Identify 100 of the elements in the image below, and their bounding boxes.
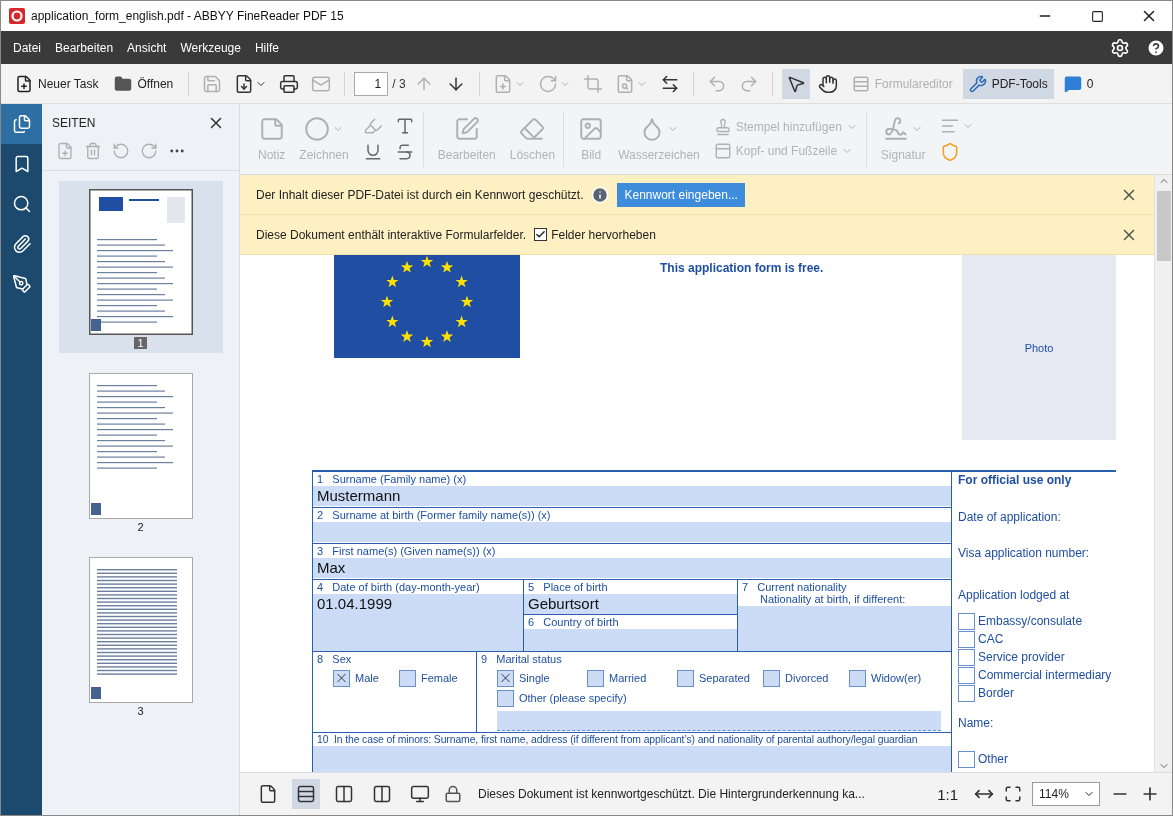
field-label: 10 In the case of minors: Surname, first name, address (if different from applicant’s) and nationality of parental authory/legal guardian — [316, 733, 919, 745]
page-number: 3 — [136, 705, 145, 717]
monitor-icon — [410, 784, 430, 804]
form-subtitle: This application form is free. — [660, 261, 824, 275]
lock-icon — [444, 785, 462, 803]
printer-icon[interactable] — [279, 73, 300, 94]
maximize-icon[interactable] — [1090, 9, 1104, 23]
input-field[interactable] — [497, 711, 941, 731]
page-number-field[interactable]: 1 — [354, 71, 389, 96]
option-label: Service provider — [978, 650, 1065, 664]
official-label: Name: — [958, 716, 995, 732]
panel-title: SEITEN — [52, 116, 96, 130]
new-task-button[interactable]: Neuer Task — [9, 68, 105, 99]
input-field[interactable]: Max — [313, 558, 951, 578]
option-label: CAC — [978, 632, 1004, 646]
form-checkbox[interactable] — [958, 648, 975, 666]
form-checkbox[interactable] — [587, 669, 604, 687]
sidebar-tab[interactable] — [1, 104, 42, 144]
form-checkbox[interactable] — [763, 669, 780, 687]
status-message: Dieses Dokument ist kennwortgeschützt. Die Hintergrunderkennung ka... — [478, 787, 866, 801]
scrollbar-thumb[interactable] — [1156, 191, 1171, 261]
two-page-icon — [334, 784, 354, 804]
window-title: application_form_english.pdf - ABBYY FineReader PDF 15 — [31, 9, 345, 23]
form-checkbox[interactable] — [333, 669, 350, 687]
input-field[interactable]: Geburtsort — [524, 594, 737, 614]
fit-page-icon[interactable] — [1004, 785, 1022, 803]
form-checkbox[interactable] — [497, 669, 514, 687]
info-icon — [591, 185, 610, 204]
form-checkbox[interactable] — [958, 666, 975, 684]
paperclip-icon — [11, 234, 32, 254]
option-label: Male — [355, 672, 379, 684]
field-label: 3 First name(s) (Given name(s)) (x) — [316, 544, 497, 557]
settings-icon[interactable] — [1110, 37, 1130, 58]
comments-button[interactable]: 0 — [1057, 68, 1100, 99]
option-label: Commercial intermediary — [978, 668, 1112, 682]
menu-item[interactable]: Datei — [7, 36, 47, 59]
notification-text: Der Inhalt dieser PDF-Datei ist durch ein Kennwort geschützt. — [256, 187, 584, 202]
option-label: Border — [978, 686, 1015, 700]
option-label: Single — [519, 672, 550, 684]
form-checkbox[interactable] — [958, 630, 975, 648]
menu-item[interactable]: Werkzeuge — [174, 36, 247, 59]
input-field[interactable] — [738, 606, 951, 651]
form-checkbox[interactable] — [958, 684, 975, 702]
photo-label: Photo — [1024, 341, 1054, 354]
field-label: Nationality at birth, if different: — [759, 593, 907, 605]
option-label: Widow(er) — [871, 672, 922, 684]
app-logo — [9, 8, 25, 24]
form-checkbox[interactable] — [497, 689, 514, 707]
input-field[interactable] — [313, 522, 951, 542]
form-checkbox[interactable] — [958, 750, 975, 768]
help-icon[interactable] — [1146, 37, 1166, 58]
view-mode-button[interactable] — [292, 779, 320, 809]
official-use-title: For official use only — [958, 473, 1073, 489]
check-icon — [535, 229, 547, 240]
open-button[interactable]: Öffnen — [108, 68, 180, 99]
comment-icon — [1063, 74, 1082, 93]
menu-item[interactable]: Ansicht — [121, 36, 173, 59]
stamp-icon — [713, 118, 732, 136]
form-checkbox[interactable] — [399, 669, 416, 687]
field-label: 6 Country of birth — [527, 615, 620, 628]
form-checkbox[interactable] — [849, 669, 866, 687]
field-label: 5 Place of birth — [527, 580, 609, 593]
pen-nib-icon — [11, 274, 32, 294]
input-field[interactable]: 01.04.1999 — [313, 594, 523, 651]
zoom-dropdown[interactable]: 114% — [1032, 782, 1100, 806]
field-label: 2 Surname at birth (Former family name(s)) (x) — [316, 508, 552, 521]
page-thumbnail[interactable] — [88, 189, 193, 335]
input-field[interactable] — [524, 629, 737, 651]
field-label: 7 Current nationality — [741, 580, 848, 593]
field-label: 8 Sex — [316, 652, 353, 665]
form-checkbox[interactable] — [677, 669, 694, 687]
pdf-tools-button[interactable]: PDF-Tools — [962, 68, 1054, 99]
option-label: Other (please specify) — [519, 692, 627, 704]
menu-item[interactable]: Bearbeiten — [49, 36, 120, 59]
new-task-icon — [15, 74, 33, 93]
field-label: 4 Date of birth (day-month-year) — [316, 580, 481, 593]
page-thumbnail[interactable] — [88, 373, 193, 519]
tools-icon — [968, 74, 987, 93]
official-label: Date of application: — [958, 510, 1062, 526]
header-footer-icon — [713, 142, 732, 160]
select-tool-button[interactable] — [781, 68, 810, 99]
official-label: Visa application number: — [958, 546, 1091, 562]
option-label: Other — [978, 752, 1008, 766]
search-icon — [11, 194, 32, 214]
actual-size-button[interactable]: 1:1 — [931, 779, 964, 809]
page-number: 1 — [134, 337, 147, 349]
form-editor-icon — [851, 74, 870, 93]
input-field[interactable]: Mustermann — [313, 486, 951, 506]
field-label: 9 Marital status — [480, 652, 563, 665]
form-checkbox[interactable] — [958, 612, 975, 630]
hand-icon — [817, 73, 838, 94]
menu-item[interactable]: Hilfe — [248, 36, 285, 59]
folder-icon — [114, 74, 133, 93]
highlight-fields-checkbox[interactable]: Felder hervorheben — [534, 227, 656, 242]
official-label: Application lodged at — [958, 588, 1071, 604]
page-thumbnail[interactable] — [88, 557, 193, 703]
page-count: / 3 — [392, 76, 406, 91]
option-label: Married — [609, 672, 647, 684]
option-label: Divorced — [785, 672, 829, 684]
option-label: Separated — [699, 672, 750, 684]
